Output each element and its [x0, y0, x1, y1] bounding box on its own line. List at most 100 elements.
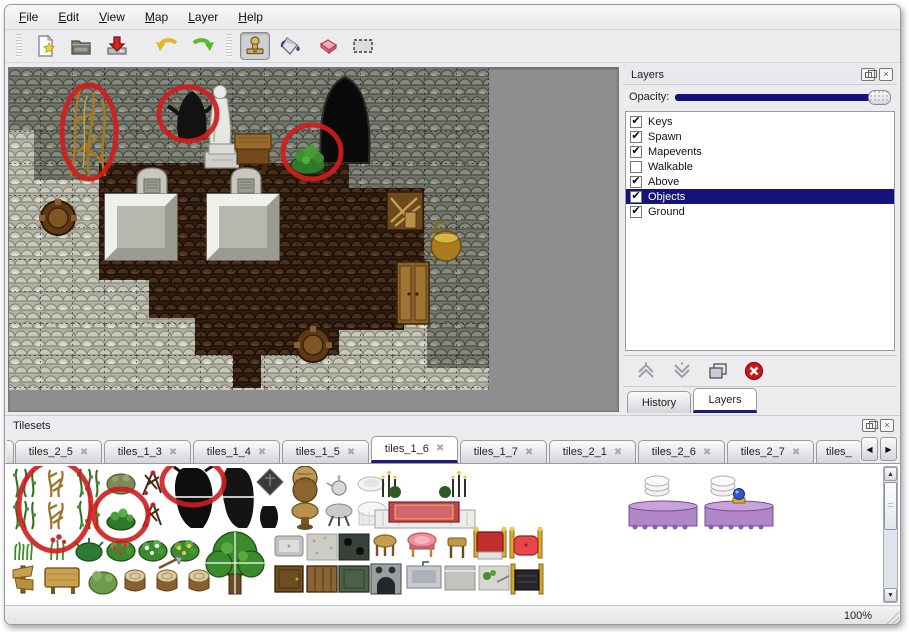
tilesets-titlebar[interactable]: Tilesets ×	[5, 416, 900, 435]
toolbar-drag-handle[interactable]	[226, 34, 232, 58]
tileset-tab[interactable]: tiles_2_5 ✖	[15, 440, 102, 463]
menu-item[interactable]: Map	[135, 7, 178, 27]
layer-visibility-checkbox[interactable]: ✔	[630, 176, 642, 188]
tool-select[interactable]	[348, 32, 378, 60]
tileset-tab-label: tiles_	[826, 446, 852, 458]
toolbar-drag-handle[interactable]	[16, 34, 22, 58]
tileset-tab-label: tiles_1_5	[296, 446, 340, 458]
layer-row[interactable]: ✔ Spawn	[626, 129, 894, 144]
move-layer-up-button[interactable]	[633, 360, 659, 382]
delete-layer-button[interactable]	[741, 360, 767, 382]
layer-visibility-checkbox[interactable]	[630, 161, 642, 173]
menu-item[interactable]: Edit	[48, 7, 89, 27]
tool-new-file[interactable]	[30, 32, 60, 60]
tileset-tab[interactable]: tiles_2_7 ✖	[727, 440, 814, 463]
eraser-icon	[314, 34, 340, 58]
check-icon: ✔	[631, 176, 640, 187]
tab-close-icon[interactable]: ✖	[436, 443, 444, 454]
layer-row[interactable]: Walkable	[626, 159, 894, 174]
tileset-tab[interactable]: tiles_1_5 ✖	[282, 440, 369, 463]
tab-close-icon[interactable]: ✖	[792, 447, 800, 458]
tool-save-file[interactable]	[102, 32, 132, 60]
scroll-up-icon: ▲	[887, 471, 894, 478]
scroll-right-icon: ▶	[885, 445, 891, 454]
close-panel-button[interactable]: ×	[879, 68, 893, 81]
partial-tab[interactable]	[7, 440, 14, 463]
tab-close-icon[interactable]: ✖	[525, 447, 533, 458]
tileset-tab[interactable]: tiles_1_7 ✖	[460, 440, 547, 463]
map-view[interactable]	[8, 67, 619, 412]
opacity-slider[interactable]	[675, 94, 881, 101]
tab-close-icon[interactable]: ✖	[614, 447, 622, 458]
float-panel-button[interactable]	[861, 68, 875, 81]
layer-row[interactable]: ✔ Objects	[626, 189, 894, 204]
dock-tab[interactable]: History	[627, 391, 691, 413]
layer-row[interactable]: ✔ Ground	[626, 204, 894, 219]
crate-object	[387, 192, 423, 230]
move-layer-down-button[interactable]	[669, 360, 695, 382]
menu-item[interactable]: Help	[228, 7, 273, 27]
tab-close-icon[interactable]: ✖	[347, 447, 355, 458]
check-icon: ✔	[631, 131, 640, 142]
tab-close-icon[interactable]: ✖	[80, 447, 88, 458]
stove-tile	[371, 564, 401, 594]
float-panel-button[interactable]	[862, 419, 876, 432]
layer-list: ✔ Keys ✔ Spawn ✔ Mapevents Walkable ✔ Ab…	[625, 111, 895, 351]
tool-redo[interactable]	[188, 32, 218, 60]
tileset-tab[interactable]: tiles_2_1 ✖	[549, 440, 636, 463]
layer-visibility-checkbox[interactable]: ✔	[630, 131, 642, 143]
close-panel-button[interactable]: ×	[880, 419, 894, 432]
scrollbar-track[interactable]	[884, 531, 897, 588]
tool-eraser[interactable]	[312, 32, 342, 60]
layer-visibility-checkbox[interactable]: ✔	[630, 116, 642, 128]
duplicate-layer-button[interactable]	[705, 360, 731, 382]
tileset-canvas[interactable]	[7, 466, 867, 598]
resize-grip[interactable]	[882, 607, 899, 624]
layer-visibility-checkbox[interactable]: ✔	[630, 146, 642, 158]
opacity-label: Opacity:	[629, 91, 669, 103]
save-icon	[105, 34, 129, 58]
tool-open-file[interactable]	[66, 32, 96, 60]
tileset-tab[interactable]: tiles_1_3 ✖	[104, 440, 191, 463]
dock-tab[interactable]: Layers	[693, 388, 757, 413]
tab-scroll-left-button[interactable]: ◀	[861, 437, 878, 461]
float-icon	[866, 423, 873, 429]
tileset-tab[interactable]: tiles_	[816, 440, 860, 463]
layer-row[interactable]: ✔ Keys	[626, 114, 894, 129]
tab-close-icon[interactable]: ✖	[703, 447, 711, 458]
opacity-row: Opacity:	[623, 85, 897, 109]
layer-name: Ground	[648, 206, 685, 218]
layers-panel-titlebar[interactable]: Layers ×	[623, 65, 897, 85]
tool-undo[interactable]	[152, 32, 182, 60]
map-canvas[interactable]	[9, 68, 489, 390]
layer-row[interactable]: ✔ Above	[626, 174, 894, 189]
layer-buttons-row	[623, 355, 897, 387]
scroll-down-button[interactable]: ▼	[884, 588, 897, 602]
tileset-tab[interactable]: tiles_1_6 ✖	[371, 436, 458, 463]
close-icon: ×	[883, 70, 888, 79]
tool-fill[interactable]	[276, 32, 306, 60]
tab-scroll-right-button[interactable]: ▶	[880, 437, 897, 461]
scrollbar-thumb[interactable]	[884, 482, 897, 530]
tab-close-icon[interactable]: ✖	[258, 447, 266, 458]
tileset-tab[interactable]: tiles_2_6 ✖	[638, 440, 725, 463]
undo-icon	[154, 34, 180, 58]
menu-item[interactable]: File	[9, 7, 48, 27]
duplicate-icon	[708, 362, 728, 380]
menu-item[interactable]: View	[89, 7, 135, 27]
scroll-down-icon: ▼	[887, 592, 894, 599]
scroll-up-button[interactable]: ▲	[884, 467, 897, 481]
tileset-vertical-scrollbar[interactable]: ▲ ▼	[883, 466, 898, 603]
layer-row[interactable]: ✔ Mapevents	[626, 144, 894, 159]
tab-close-icon[interactable]: ✖	[169, 447, 177, 458]
layer-name: Objects	[648, 191, 685, 203]
tool-stamp[interactable]	[240, 32, 270, 60]
menu-item[interactable]: Layer	[178, 7, 228, 27]
tileset-tab[interactable]: tiles_1_4 ✖	[193, 440, 280, 463]
altar-tile	[375, 502, 475, 528]
layer-visibility-checkbox[interactable]: ✔	[630, 206, 642, 218]
layer-visibility-checkbox[interactable]: ✔	[630, 191, 642, 203]
layer-name: Walkable	[648, 161, 693, 173]
opacity-slider-handle[interactable]	[868, 90, 891, 105]
tileset-tab-label: tiles_1_7	[474, 446, 518, 458]
